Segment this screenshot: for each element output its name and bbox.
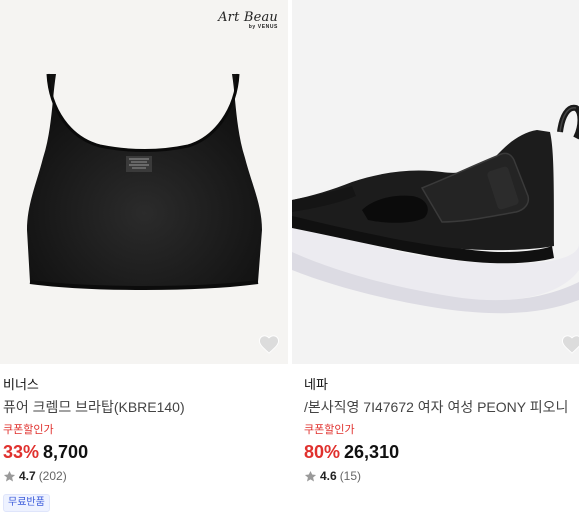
rating-value: 4.6	[320, 469, 337, 483]
product-brand[interactable]: 네파	[304, 376, 576, 394]
product-card[interactable]: Art Beau by VENUS 비너스 퓨어 크렘므 브라탑(KBRE140…	[0, 0, 288, 512]
price-row: 80% 26,310	[304, 440, 576, 464]
product-image[interactable]: Art Beau by VENUS	[0, 0, 288, 364]
brand-logo-main: Art Beau	[218, 10, 278, 25]
discount-rate: 80%	[304, 442, 341, 462]
rating-value: 4.7	[19, 469, 36, 483]
discount-rate: 33%	[3, 442, 40, 462]
sports-bra-image	[27, 73, 262, 290]
heart-icon[interactable]	[561, 334, 579, 354]
product-title[interactable]: /본사직영 7I47672 여자 여성 PEONY 피오니	[304, 397, 576, 417]
rating-row: 4.7 (202)	[3, 467, 285, 485]
black-sneaker-image	[292, 104, 579, 314]
star-icon	[3, 470, 16, 481]
free-return-badge: 무료반품	[3, 494, 50, 512]
product-title[interactable]: 퓨어 크렘므 브라탑(KBRE140)	[3, 397, 285, 417]
product-info: 네파 /본사직영 7I47672 여자 여성 PEONY 피오니 쿠폰할인가 8…	[292, 376, 579, 485]
heart-icon[interactable]	[258, 334, 280, 354]
star-icon	[304, 470, 317, 481]
sale-price: 8,700	[43, 442, 89, 462]
product-card[interactable]: 네파 /본사직영 7I47672 여자 여성 PEONY 피오니 쿠폰할인가 8…	[292, 0, 579, 485]
product-image[interactable]	[292, 0, 579, 364]
product-brand[interactable]: 비너스	[3, 376, 285, 394]
brand-logo: Art Beau by VENUS	[218, 10, 278, 30]
coupon-label: 쿠폰할인가	[304, 424, 355, 436]
rating-row: 4.6 (15)	[304, 467, 576, 485]
product-info: 비너스 퓨어 크렘므 브라탑(KBRE140) 쿠폰할인가 33% 8,700 4…	[0, 376, 288, 512]
sale-price: 26,310	[344, 442, 400, 462]
price-row: 33% 8,700	[3, 440, 285, 464]
review-count: (202)	[38, 469, 67, 483]
review-count: (15)	[339, 469, 362, 483]
coupon-label: 쿠폰할인가	[3, 424, 54, 436]
product-grid: Art Beau by VENUS 비너스 퓨어 크렘므 브라탑(KBRE140…	[0, 0, 579, 519]
